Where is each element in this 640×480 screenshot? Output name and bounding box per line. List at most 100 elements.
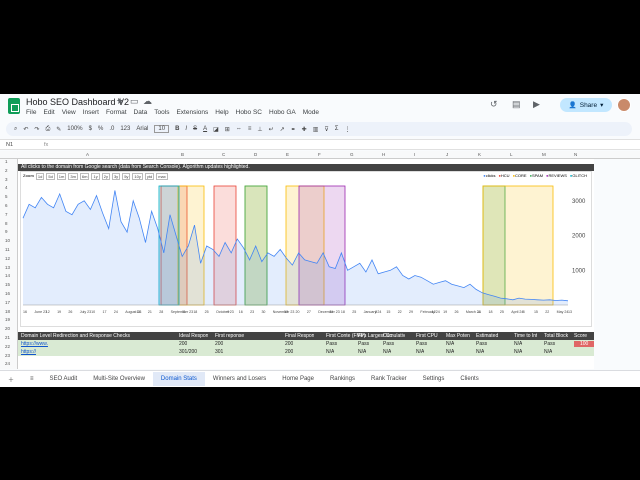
table-cell[interactable]: Ideal Respon xyxy=(179,333,208,339)
document-title[interactable]: Hobo SEO Dashboard V2 xyxy=(26,97,129,107)
table-cell[interactable]: 200 xyxy=(285,349,293,355)
table-cell[interactable]: 100 xyxy=(574,341,594,347)
column-header[interactable]: C xyxy=(222,152,225,157)
wrap-icon[interactable]: ↵ xyxy=(269,126,274,133)
table-cell[interactable]: Pass xyxy=(383,341,394,347)
table-cell[interactable]: Time to Int xyxy=(514,333,537,339)
table-cell[interactable]: N/A xyxy=(514,349,522,355)
zoom-button[interactable]: 5d xyxy=(46,173,55,180)
table-cell[interactable]: 301/200 xyxy=(179,349,197,355)
menu-hobo-sc[interactable]: Hobo SC xyxy=(236,109,262,116)
row-header[interactable]: 5 xyxy=(5,194,8,199)
table-cell[interactable]: 200 xyxy=(179,341,187,347)
percent-button[interactable]: % xyxy=(98,126,103,132)
tab-clients[interactable]: Clients xyxy=(452,376,486,382)
row-header[interactable]: 1 xyxy=(5,159,8,164)
menu-mode[interactable]: Mode xyxy=(303,109,319,116)
row-header[interactable]: 16 xyxy=(5,291,10,296)
row-header[interactable]: 19 xyxy=(5,317,10,322)
column-header[interactable]: G xyxy=(350,152,354,157)
zoom-button[interactable]: 1y xyxy=(91,173,100,180)
row-header[interactable]: 23 xyxy=(5,353,10,358)
clicks-chart[interactable]: Zoom 1d 5d 1m 3m 6m 1y 2y 3y 5y 10y ytd max ●clicks ●… xyxy=(20,171,592,327)
tab-settings[interactable]: Settings xyxy=(415,376,453,382)
menu-data[interactable]: Data xyxy=(134,109,148,116)
column-header[interactable]: D xyxy=(254,152,257,157)
redo-icon[interactable]: ↷ xyxy=(34,126,39,133)
row-header[interactable]: 20 xyxy=(5,326,10,331)
table-cell[interactable]: Max Poten xyxy=(446,333,470,339)
table-cell[interactable]: Final Respon xyxy=(285,333,314,339)
column-header[interactable]: J xyxy=(446,152,448,157)
column-header[interactable]: K xyxy=(478,152,481,157)
row-header[interactable]: 22 xyxy=(5,344,10,349)
zoom-button[interactable]: 1d xyxy=(35,173,45,180)
zoom-button[interactable]: 6m xyxy=(79,173,90,180)
table-cell[interactable]: 301 xyxy=(215,349,223,355)
history-icon[interactable]: ↺ xyxy=(490,99,498,110)
strike-button[interactable]: S xyxy=(193,126,197,132)
row-header[interactable]: 8 xyxy=(5,221,8,226)
column-header[interactable]: L xyxy=(510,152,513,157)
table-cell[interactable]: N/A xyxy=(446,349,454,355)
menu-format[interactable]: Format xyxy=(106,109,127,116)
row-header[interactable]: 24 xyxy=(5,361,10,366)
row-header[interactable]: 17 xyxy=(5,300,10,305)
menu-insert[interactable]: Insert xyxy=(83,109,99,116)
text-color-button[interactable]: A xyxy=(203,126,207,132)
row-header[interactable]: 15 xyxy=(5,282,10,287)
more-icon[interactable]: ⋮ xyxy=(344,126,350,133)
menu-edit[interactable]: Edit xyxy=(43,109,54,116)
row-header[interactable]: 10 xyxy=(5,238,10,243)
row-header[interactable]: 9 xyxy=(5,229,8,234)
filter-icon[interactable]: ⊽ xyxy=(324,126,328,133)
table-cell[interactable]: Score xyxy=(574,333,587,339)
column-header[interactable]: I xyxy=(414,152,415,157)
rotate-icon[interactable]: ↗ xyxy=(280,126,285,133)
search-icon[interactable]: ⌕ xyxy=(14,126,17,133)
zoom-button[interactable]: 10y xyxy=(132,173,143,180)
function-icon[interactable]: Σ xyxy=(335,126,339,132)
star-icon[interactable]: ★ xyxy=(116,96,124,107)
table-cell[interactable]: First reponse xyxy=(215,333,244,339)
menu-help[interactable]: Help xyxy=(215,109,228,116)
undo-icon[interactable]: ↶ xyxy=(23,126,28,133)
align-icon[interactable]: ≡ xyxy=(248,126,252,132)
column-header[interactable]: B xyxy=(181,152,184,157)
format-select[interactable]: 123 xyxy=(120,126,130,132)
row-header[interactable]: 4 xyxy=(5,185,8,190)
table-cell[interactable]: N/A xyxy=(326,349,334,355)
table-cell[interactable]: N/A xyxy=(416,349,424,355)
merge-icon[interactable]: ⇔ xyxy=(236,126,242,132)
column-header[interactable]: H xyxy=(382,152,385,157)
column-header[interactable]: F xyxy=(318,152,321,157)
folder-icon[interactable]: ▭ xyxy=(130,96,139,107)
font-size-input[interactable]: 10 xyxy=(154,125,170,133)
tab-home-page[interactable]: Home Page xyxy=(274,376,322,382)
table-cell[interactable]: First CPU xyxy=(416,333,438,339)
zoom-button[interactable]: 5y xyxy=(122,173,131,180)
bold-button[interactable]: B xyxy=(175,126,179,132)
row-header[interactable]: 12 xyxy=(5,256,10,261)
tab-seo-audit[interactable]: SEO Audit xyxy=(42,376,86,382)
zoom-button[interactable]: 3m xyxy=(68,173,78,180)
add-sheet-icon[interactable]: ＋ xyxy=(0,375,22,384)
column-header[interactable]: E xyxy=(286,152,289,157)
print-icon[interactable]: ⎙ xyxy=(45,126,50,133)
tab-multi-site-overview[interactable]: Multi-Site Overview xyxy=(85,376,153,382)
table-cell[interactable]: N/A xyxy=(476,349,484,355)
comment-icon[interactable]: ▤ xyxy=(512,99,521,110)
row-header[interactable]: 14 xyxy=(5,273,10,278)
row-header[interactable]: 13 xyxy=(5,265,10,270)
table-cell[interactable]: Pass xyxy=(326,341,337,347)
zoom-button[interactable]: 2y xyxy=(101,173,110,180)
zoom-button[interactable]: 3y xyxy=(111,173,121,180)
sheets-logo[interactable] xyxy=(8,98,20,114)
zoom-button[interactable]: 1m xyxy=(56,173,67,180)
tab-domain-stats[interactable]: Domain Stats xyxy=(152,372,205,386)
row-header[interactable]: 11 xyxy=(5,247,10,252)
table-cell[interactable]: Pass xyxy=(544,341,555,347)
decimal-decrease-button[interactable]: .0 xyxy=(109,126,114,132)
table-cell[interactable]: Pass xyxy=(358,341,369,347)
comment-add-icon[interactable]: ✚ xyxy=(302,126,307,133)
